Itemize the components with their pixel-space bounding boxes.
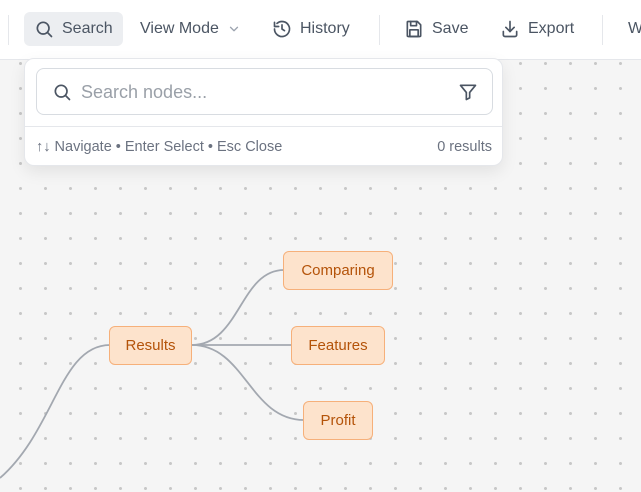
save-icon [406, 20, 422, 38]
node-comparing[interactable]: Comparing [283, 251, 393, 290]
search-button-label: Search [62, 20, 113, 37]
node-results[interactable]: Results [109, 326, 192, 365]
history-button-label: History [300, 20, 350, 37]
keyboard-hint: ↑↓ Navigate • Enter Select • Esc Close [36, 139, 283, 155]
edge-root-to-results [0, 344, 111, 479]
download-icon [502, 20, 518, 38]
export-button[interactable]: Export [500, 12, 574, 46]
node-label: Results [125, 337, 176, 354]
node-profit[interactable]: Profit [303, 401, 373, 440]
results-count: 0 results [437, 139, 492, 155]
export-button-label: Export [528, 20, 575, 37]
search-icon [54, 84, 71, 101]
node-features[interactable]: Features [291, 326, 385, 365]
search-button[interactable]: Search [24, 12, 123, 46]
search-nodes-input[interactable] [81, 79, 441, 105]
chevron-down-icon [229, 26, 239, 32]
filter-icon[interactable] [458, 82, 478, 102]
node-label: Comparing [301, 262, 375, 279]
edge-results-to-profit [191, 344, 305, 421]
history-icon [273, 20, 291, 38]
edge-results-to-comparing [191, 269, 285, 346]
node-label: Profit [320, 412, 356, 429]
search-panel: ↑↓ Navigate • Enter Select • Esc Close 0… [24, 58, 503, 166]
save-button-label: Save [432, 20, 469, 37]
toolbar-divider [8, 15, 9, 45]
overflow-button-label: W [628, 20, 641, 37]
toolbar: Search View Mode History Save Export W [0, 0, 641, 60]
overflow-button[interactable]: W [628, 12, 641, 46]
save-button[interactable]: Save [404, 12, 468, 46]
search-icon [36, 21, 53, 38]
toolbar-divider [602, 15, 603, 45]
view-mode-label: View Mode [140, 20, 219, 37]
view-mode-dropdown[interactable]: View Mode [140, 12, 241, 46]
toolbar-divider [379, 15, 380, 45]
node-label: Features [308, 337, 368, 354]
history-button[interactable]: History [272, 12, 350, 46]
search-box [36, 68, 493, 115]
panel-divider [25, 126, 502, 127]
